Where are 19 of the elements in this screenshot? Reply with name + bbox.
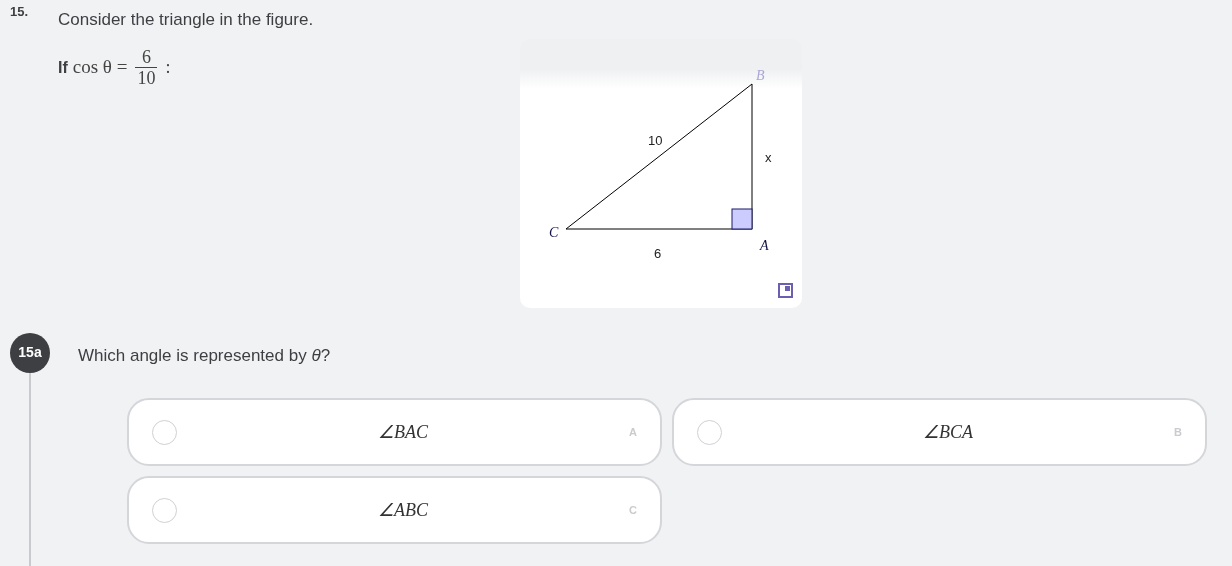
question-text: Consider the triangle in the figure.: [58, 9, 315, 31]
side-label: 10: [648, 132, 663, 148]
option-text: ∠BCA: [922, 420, 974, 444]
fraction: 6 10: [135, 47, 158, 88]
vertex-label: B: [756, 67, 765, 83]
part-badge: 15a: [10, 332, 50, 373]
option-text: ∠BAC: [377, 420, 429, 444]
side-label: x: [765, 149, 772, 165]
vertex-label: C: [549, 224, 559, 240]
question-number: 15.: [9, 3, 30, 21]
part-prompt: Which angle is represented by θ?: [78, 344, 332, 367]
expand-icon[interactable]: [778, 282, 793, 298]
math-expression: cos θ =: [72, 55, 128, 80]
condition-label: If: [58, 57, 68, 78]
option-text: ∠ABC: [377, 498, 429, 522]
side-label: 6: [654, 245, 662, 261]
math-colon: :: [165, 56, 171, 79]
vertex-label: A: [760, 237, 769, 253]
right-angle-marker: [731, 208, 753, 229]
